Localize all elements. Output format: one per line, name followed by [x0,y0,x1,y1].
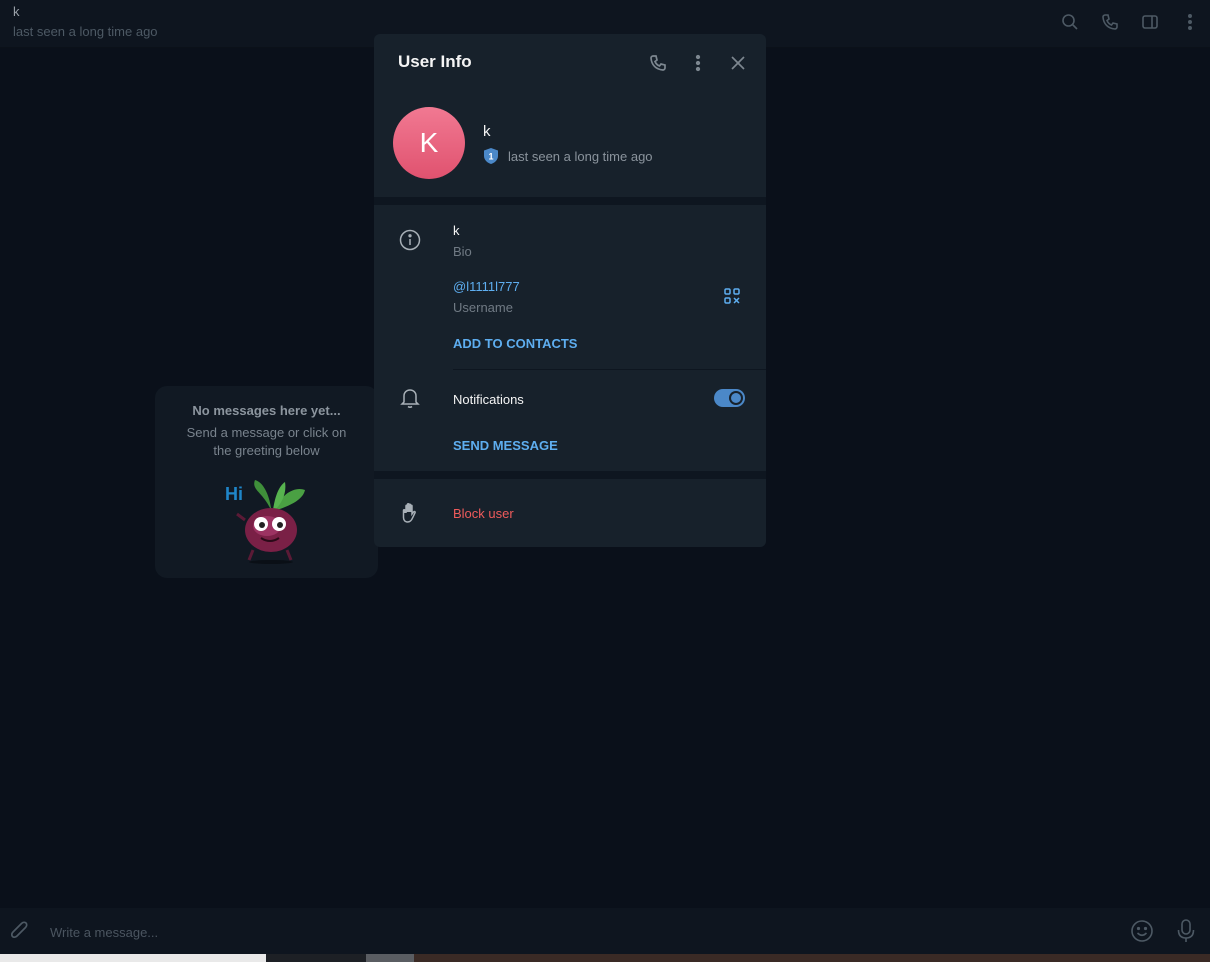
send-message-button[interactable]: SEND MESSAGE [453,438,558,453]
user-name: k [483,123,491,140]
phone-icon[interactable] [646,51,670,75]
section-divider [374,197,766,205]
taskbar-strip [0,954,1210,962]
microphone-icon[interactable] [1176,918,1196,949]
info-icon [398,228,422,252]
greeting-sticker[interactable]: Hi [223,472,313,569]
bell-icon [398,386,422,410]
chat-title[interactable]: k [13,4,20,19]
attach-icon[interactable] [9,919,31,948]
user-info-dialog: User Info K k 1 last seen a long time ag… [374,34,766,547]
block-user-button[interactable]: Block user [453,506,514,521]
taskbar-segment [366,954,414,962]
badge-number: 1 [488,152,493,162]
hand-block-icon [398,501,422,525]
avatar[interactable]: K [393,107,465,179]
qr-code-icon[interactable] [723,287,741,310]
username-label: Username [453,300,513,315]
taskbar-segment [0,954,266,962]
toggle-knob [729,391,743,405]
close-icon[interactable] [726,51,750,75]
svg-text:Hi: Hi [225,484,243,504]
shield-badge-icon: 1 [483,147,499,170]
empty-chat-title: No messages here yet... [192,403,341,418]
taskbar-segment [414,954,1210,962]
message-composer [0,908,1210,954]
user-status: last seen a long time ago [508,149,653,164]
add-to-contacts-button[interactable]: ADD TO CONTACTS [453,336,577,351]
phone-icon[interactable] [1090,10,1130,34]
bio-value[interactable]: k [453,223,460,238]
notifications-label: Notifications [453,392,524,407]
more-vert-icon[interactable] [1170,10,1210,34]
empty-chat-card: No messages here yet... Send a message o… [155,386,378,578]
notifications-toggle[interactable] [714,389,745,407]
section-divider [374,471,766,479]
sidebar-icon[interactable] [1130,10,1170,34]
chat-header-actions [1050,10,1210,34]
dialog-title: User Info [398,52,472,71]
search-icon[interactable] [1050,10,1090,34]
message-input[interactable] [48,921,1052,943]
section-divider [453,369,766,370]
empty-chat-text: Send a message or click on the greeting … [186,425,347,458]
username-value[interactable]: @l1111l777 [453,279,520,294]
more-vert-icon[interactable] [686,51,710,75]
bio-label: Bio [453,244,472,259]
emoji-icon[interactable] [1130,919,1154,948]
chat-status: last seen a long time ago [13,24,158,39]
